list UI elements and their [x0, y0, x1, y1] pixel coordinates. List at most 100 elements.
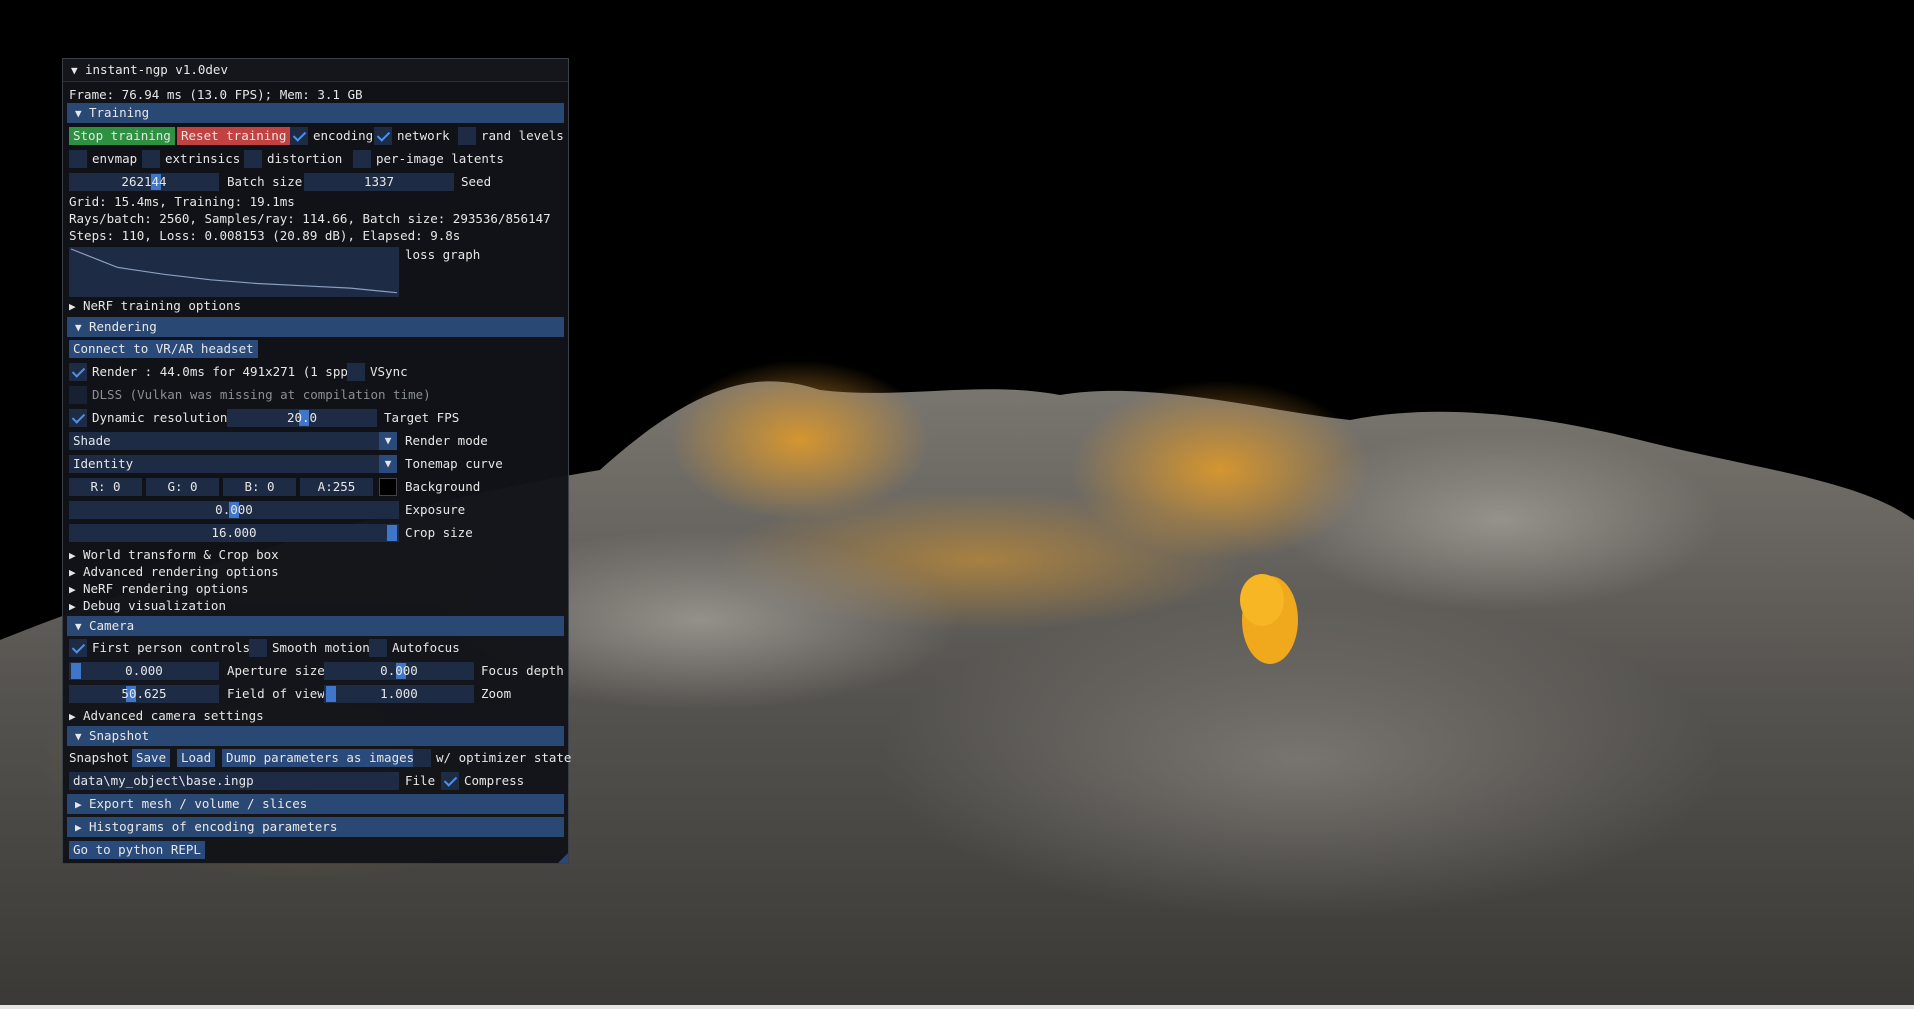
- advanced-camera-toggle[interactable]: ▶ Advanced camera settings: [69, 707, 264, 724]
- load-button[interactable]: Load: [177, 749, 216, 767]
- zoom-slider[interactable]: 1.000: [324, 685, 474, 703]
- network-label: network: [397, 128, 450, 143]
- nerf-training-options-toggle[interactable]: ▶ NeRF training options: [69, 297, 241, 314]
- resize-grip-icon[interactable]: [558, 853, 568, 863]
- expand-triangle-icon: ▼: [75, 730, 82, 743]
- dynamic-resolution-label: Dynamic resolution: [92, 410, 228, 425]
- collapse-triangle-icon[interactable]: ▼: [71, 60, 85, 82]
- snapshot-file-row: data\my_object\base.ingp File Compress: [69, 771, 562, 791]
- render-mode-select[interactable]: Shade: [69, 432, 379, 450]
- rendering-header[interactable]: ▼ Rendering: [67, 317, 564, 337]
- training-header[interactable]: ▼ Training: [67, 103, 564, 123]
- envmap-label: envmap: [92, 151, 138, 166]
- save-button[interactable]: Save: [132, 749, 171, 767]
- loss-graph-label: loss graph: [405, 247, 481, 262]
- batch-size-label: Batch size: [227, 174, 303, 189]
- advanced-rendering-toggle[interactable]: ▶ Advanced rendering options: [69, 563, 279, 580]
- exposure-slider[interactable]: 0.000: [69, 501, 399, 519]
- per-image-latents-checkbox[interactable]: [353, 150, 371, 168]
- exposure-row: 0.000 Exposure: [69, 500, 562, 520]
- debug-visualization-toggle[interactable]: ▶ Debug visualization: [69, 597, 226, 614]
- fov-slider[interactable]: 50.625: [69, 685, 219, 703]
- nerf-rendering-toggle[interactable]: ▶ NeRF rendering options: [69, 580, 249, 597]
- vsync-checkbox[interactable]: [347, 363, 365, 381]
- training-options-row: envmap extrinsics distortion per-image l…: [69, 149, 562, 169]
- target-fps-label: Target FPS: [384, 410, 460, 425]
- envmap-checkbox[interactable]: [69, 150, 87, 168]
- seed-input[interactable]: 1337: [304, 173, 454, 191]
- world-transform-toggle[interactable]: ▶ World transform & Crop box: [69, 546, 279, 563]
- dlss-checkbox: [69, 386, 87, 404]
- histograms-header[interactable]: ▶ Histograms of encoding parameters: [67, 817, 564, 837]
- render-mode-row: Shade ▼ Render mode: [69, 431, 562, 451]
- stop-training-button[interactable]: Stop training: [69, 127, 175, 145]
- snapshot-path-input[interactable]: data\my_object\base.ingp: [69, 772, 399, 790]
- collapsed-triangle-icon: ▶: [69, 710, 76, 723]
- optimizer-state-checkbox[interactable]: [413, 749, 431, 767]
- vsync-label: VSync: [370, 364, 408, 379]
- target-fps-slider[interactable]: 20.0: [227, 409, 377, 427]
- extrinsics-checkbox[interactable]: [142, 150, 160, 168]
- compress-label: Compress: [464, 773, 525, 788]
- background-label: Background: [405, 479, 481, 494]
- aperture-slider[interactable]: 0.000: [69, 662, 219, 680]
- tonemap-row: Identity ▼ Tonemap curve: [69, 454, 562, 474]
- snapshot-header[interactable]: ▼ Snapshot: [67, 726, 564, 746]
- panel-title-bar[interactable]: ▼ instant-ngp v1.0dev: [63, 59, 568, 82]
- loss-graph-line: [70, 248, 398, 294]
- collapsed-triangle-icon: ▶: [75, 798, 82, 811]
- optimizer-state-label: w/ optimizer state: [436, 750, 572, 765]
- expand-triangle-icon: ▼: [75, 107, 82, 120]
- chevron-down-icon[interactable]: ▼: [379, 455, 397, 473]
- window-title: instant-ngp v1.0dev: [85, 62, 228, 77]
- grid-timing-text: Grid: 15.4ms, Training: 19.1ms: [69, 194, 295, 209]
- rand-levels-label: rand levels: [481, 128, 564, 143]
- compress-checkbox[interactable]: [441, 772, 459, 790]
- network-checkbox[interactable]: [374, 127, 392, 145]
- camera-header[interactable]: ▼ Camera: [67, 616, 564, 636]
- extrinsics-label: extrinsics: [165, 151, 241, 166]
- background-g-input[interactable]: G: 0: [146, 478, 219, 496]
- dlss-row: DLSS (Vulkan was missing at compilation …: [69, 385, 562, 405]
- dynamic-resolution-checkbox[interactable]: [69, 409, 87, 427]
- control-panel: ▼ instant-ngp v1.0dev Frame: 76.94 ms (13…: [62, 58, 572, 864]
- first-person-checkbox[interactable]: [69, 639, 87, 657]
- aperture-grab[interactable]: [71, 663, 81, 679]
- tonemap-select[interactable]: Identity: [69, 455, 379, 473]
- first-person-label: First person controls: [92, 640, 251, 655]
- reset-training-button[interactable]: Reset training: [177, 127, 291, 145]
- zoom-grab[interactable]: [326, 686, 336, 702]
- dump-parameters-button[interactable]: Dump parameters as images: [222, 749, 419, 767]
- background-b-input[interactable]: B: 0: [223, 478, 296, 496]
- rand-levels-checkbox[interactable]: [458, 127, 476, 145]
- collapsed-triangle-icon: ▶: [69, 566, 76, 579]
- export-mesh-header[interactable]: ▶ Export mesh / volume / slices: [67, 794, 564, 814]
- encoding-checkbox[interactable]: [290, 127, 308, 145]
- focus-depth-slider[interactable]: 0.000: [324, 662, 474, 680]
- background-color-swatch[interactable]: [379, 478, 397, 496]
- connect-vr-button[interactable]: Connect to VR/AR headset: [69, 340, 258, 358]
- autofocus-checkbox[interactable]: [369, 639, 387, 657]
- chevron-down-icon[interactable]: ▼: [379, 432, 397, 450]
- seed-label: Seed: [461, 174, 492, 189]
- batch-size-input[interactable]: 262144: [69, 173, 219, 191]
- background-a-input[interactable]: A:255: [300, 478, 373, 496]
- smooth-motion-checkbox[interactable]: [249, 639, 267, 657]
- collapsed-triangle-icon: ▶: [69, 300, 76, 313]
- distortion-checkbox[interactable]: [244, 150, 262, 168]
- collapsed-triangle-icon: ▶: [75, 821, 82, 834]
- python-repl-button[interactable]: Go to python REPL: [69, 841, 205, 859]
- crop-size-slider[interactable]: 16.000: [69, 524, 399, 542]
- background-r-input[interactable]: R: 0: [69, 478, 142, 496]
- smooth-motion-label: Smooth motion: [272, 640, 370, 655]
- background-row: R: 0 G: 0 B: 0 A:255 Background: [69, 477, 562, 497]
- exposure-label: Exposure: [405, 502, 466, 517]
- distortion-label: distortion: [267, 151, 343, 166]
- render-mode-label: Render mode: [405, 433, 488, 448]
- render-checkbox[interactable]: [69, 363, 87, 381]
- collapsed-triangle-icon: ▶: [69, 600, 76, 613]
- expand-triangle-icon: ▼: [75, 620, 82, 633]
- crop-size-grab[interactable]: [387, 525, 397, 541]
- autofocus-label: Autofocus: [392, 640, 460, 655]
- training-controls-row: Stop training Reset training encoding ne…: [69, 126, 564, 146]
